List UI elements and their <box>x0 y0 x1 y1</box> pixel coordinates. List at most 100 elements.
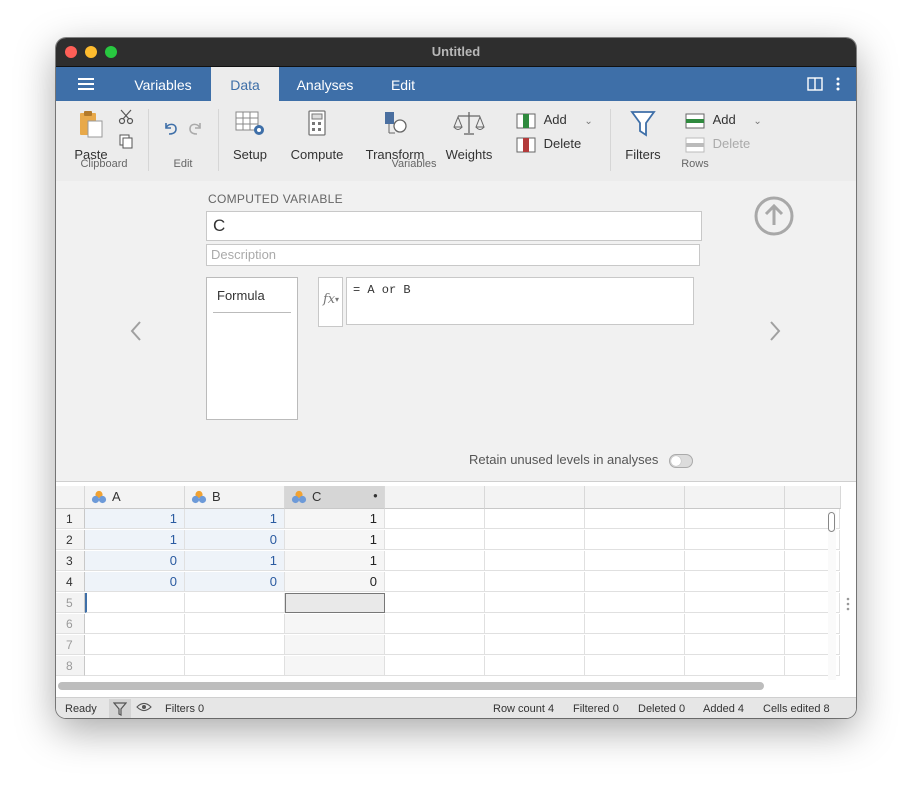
data-cell[interactable]: 1 <box>285 551 385 571</box>
empty-cell[interactable] <box>485 635 585 655</box>
tab-edit[interactable]: Edit <box>378 67 428 101</box>
row-number[interactable]: 8 <box>56 656 85 676</box>
data-cell[interactable]: 0 <box>85 551 185 571</box>
empty-cell[interactable] <box>585 635 685 655</box>
empty-cell[interactable] <box>385 593 485 613</box>
row-number[interactable]: 7 <box>56 635 85 655</box>
data-cell[interactable] <box>185 593 285 613</box>
next-variable-arrow-icon[interactable] <box>768 318 782 349</box>
function-picker-button[interactable]: fx ▾ <box>318 277 343 327</box>
corner-cell[interactable] <box>56 486 85 509</box>
paste-button[interactable]: Paste <box>72 109 110 164</box>
tab-variables[interactable]: Variables <box>126 67 200 101</box>
weights-button[interactable]: Weights <box>442 109 496 164</box>
empty-cell[interactable] <box>485 593 585 613</box>
empty-cell[interactable] <box>385 551 485 571</box>
cut-button[interactable] <box>117 109 135 127</box>
hamburger-menu-icon[interactable] <box>78 78 94 90</box>
data-cell[interactable]: 1 <box>185 551 285 571</box>
tab-data[interactable]: Data <box>211 67 279 101</box>
vertical-scrollbar[interactable] <box>828 510 836 680</box>
empty-cell[interactable] <box>685 572 785 592</box>
more-options-icon[interactable] <box>835 77 841 96</box>
row-number[interactable]: 1 <box>56 509 85 529</box>
data-cell[interactable] <box>285 656 385 676</box>
data-cell[interactable] <box>285 635 385 655</box>
tab-analyses[interactable]: Analyses <box>289 67 361 101</box>
data-cell[interactable]: 1 <box>85 509 185 529</box>
data-cell[interactable]: 0 <box>185 572 285 592</box>
collapse-editor-button[interactable] <box>754 196 794 241</box>
previous-variable-arrow-icon[interactable] <box>129 318 143 349</box>
empty-cell[interactable] <box>585 530 685 550</box>
setup-button[interactable]: Setup <box>228 109 272 164</box>
cursor-cell[interactable] <box>85 593 185 613</box>
undo-button[interactable] <box>162 119 180 137</box>
compute-button[interactable]: Compute <box>288 109 346 164</box>
empty-cell[interactable] <box>385 635 485 655</box>
empty-cell[interactable] <box>385 509 485 529</box>
empty-cell[interactable] <box>685 551 785 571</box>
retain-levels-toggle[interactable] <box>669 454 693 468</box>
vertical-scroll-thumb[interactable] <box>828 512 835 532</box>
empty-cell[interactable] <box>485 530 585 550</box>
data-cell[interactable]: 1 <box>185 509 285 529</box>
chevron-down-icon[interactable]: ⌄ <box>753 116 761 127</box>
empty-cell[interactable] <box>585 551 685 571</box>
redo-button[interactable] <box>186 119 204 137</box>
formula-list-item[interactable]: Formula <box>217 288 265 303</box>
empty-cell[interactable] <box>385 614 485 634</box>
description-input[interactable]: Description <box>206 244 700 266</box>
variable-name-input[interactable]: C <box>206 211 702 241</box>
data-cell[interactable] <box>185 656 285 676</box>
column-header-c[interactable]: C ● <box>285 486 385 509</box>
horizontal-scrollbar[interactable] <box>58 682 764 690</box>
selected-cell[interactable] <box>285 593 385 613</box>
data-cell[interactable]: 0 <box>85 572 185 592</box>
empty-cell[interactable] <box>385 572 485 592</box>
column-header-empty[interactable] <box>485 486 585 509</box>
layout-mode-icon[interactable] <box>807 77 823 96</box>
data-cell[interactable] <box>85 635 185 655</box>
empty-cell[interactable] <box>385 656 485 676</box>
data-cell[interactable] <box>85 656 185 676</box>
row-number[interactable]: 3 <box>56 551 85 571</box>
column-header-empty[interactable] <box>685 486 785 509</box>
empty-cell[interactable] <box>385 530 485 550</box>
data-cell[interactable]: 0 <box>285 572 385 592</box>
data-cell[interactable]: 1 <box>85 530 185 550</box>
column-header-b[interactable]: B <box>185 486 285 509</box>
empty-cell[interactable] <box>685 593 785 613</box>
empty-cell[interactable] <box>585 593 685 613</box>
data-cell[interactable] <box>285 614 385 634</box>
empty-cell[interactable] <box>485 572 585 592</box>
row-number[interactable]: 6 <box>56 614 85 634</box>
empty-cell[interactable] <box>485 614 585 634</box>
filter-toggle-button[interactable] <box>109 699 131 718</box>
column-header-a[interactable]: A <box>85 486 185 509</box>
column-header-empty[interactable] <box>585 486 685 509</box>
visibility-button[interactable] <box>136 701 152 716</box>
data-cell[interactable] <box>185 635 285 655</box>
add-variable-button[interactable]: Add ⌄ <box>516 112 593 130</box>
empty-cell[interactable] <box>585 656 685 676</box>
data-cell[interactable] <box>185 614 285 634</box>
empty-cell[interactable] <box>685 530 785 550</box>
row-number[interactable]: 5 <box>56 593 85 613</box>
filters-button[interactable]: Filters <box>620 109 666 164</box>
empty-cell[interactable] <box>585 509 685 529</box>
empty-cell[interactable] <box>485 551 585 571</box>
empty-cell[interactable] <box>485 656 585 676</box>
delete-row-button[interactable]: Delete <box>685 136 750 154</box>
empty-cell[interactable] <box>685 614 785 634</box>
transform-button[interactable]: Transform <box>362 109 428 164</box>
add-row-button[interactable]: Add ⌄ <box>685 112 762 130</box>
copy-button[interactable] <box>117 133 135 151</box>
empty-cell[interactable] <box>485 509 585 529</box>
delete-variable-button[interactable]: Delete <box>516 136 581 154</box>
empty-cell[interactable] <box>685 635 785 655</box>
empty-cell[interactable] <box>685 656 785 676</box>
column-header-empty[interactable] <box>385 486 485 509</box>
empty-cell[interactable] <box>585 614 685 634</box>
resize-handle-icon[interactable] <box>846 597 850 616</box>
